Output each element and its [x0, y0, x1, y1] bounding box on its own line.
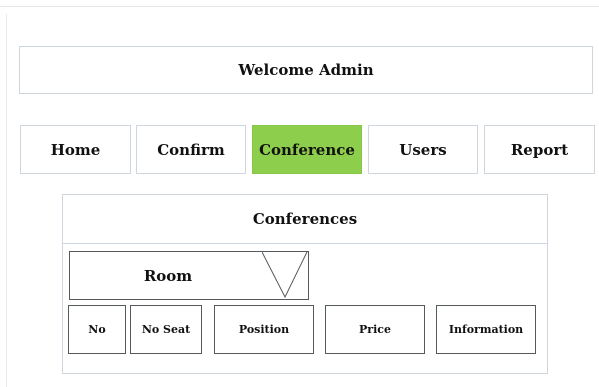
conferences-title: Conferences	[252, 210, 358, 228]
nav-confirm-button[interactable]: Confirm	[136, 125, 246, 174]
column-header-no: No	[68, 305, 126, 354]
conferences-panel-header: Conferences	[63, 195, 547, 244]
nav-report-button[interactable]: Report	[484, 125, 595, 174]
column-header-price: Price	[325, 305, 425, 354]
column-no-seat-label: No Seat	[141, 323, 191, 336]
window-left-edge	[6, 14, 7, 387]
nav-conference-button[interactable]: Conference	[252, 125, 362, 174]
welcome-text: Welcome Admin	[238, 61, 374, 79]
column-position-label: Position	[238, 323, 290, 336]
column-information-label: Information	[448, 323, 524, 336]
column-no-label: No	[88, 323, 106, 336]
column-header-position: Position	[214, 305, 314, 354]
column-header-no-seat: No Seat	[130, 305, 202, 354]
nav-confirm-label: Confirm	[157, 140, 225, 159]
nav-users-label: Users	[399, 140, 447, 159]
dropdown-triangle-icon	[262, 252, 308, 299]
nav-home-button[interactable]: Home	[20, 125, 131, 174]
column-price-label: Price	[359, 323, 391, 336]
nav-report-label: Report	[510, 140, 569, 159]
nav-users-button[interactable]: Users	[368, 125, 478, 174]
room-label: Room	[143, 266, 193, 285]
welcome-banner: Welcome Admin	[19, 46, 593, 94]
room-dropdown[interactable]: Room	[69, 251, 309, 300]
window-top-edge	[0, 0, 599, 7]
column-header-information: Information	[436, 305, 536, 354]
nav-conference-label: Conference	[259, 140, 355, 159]
nav-home-label: Home	[50, 140, 101, 159]
